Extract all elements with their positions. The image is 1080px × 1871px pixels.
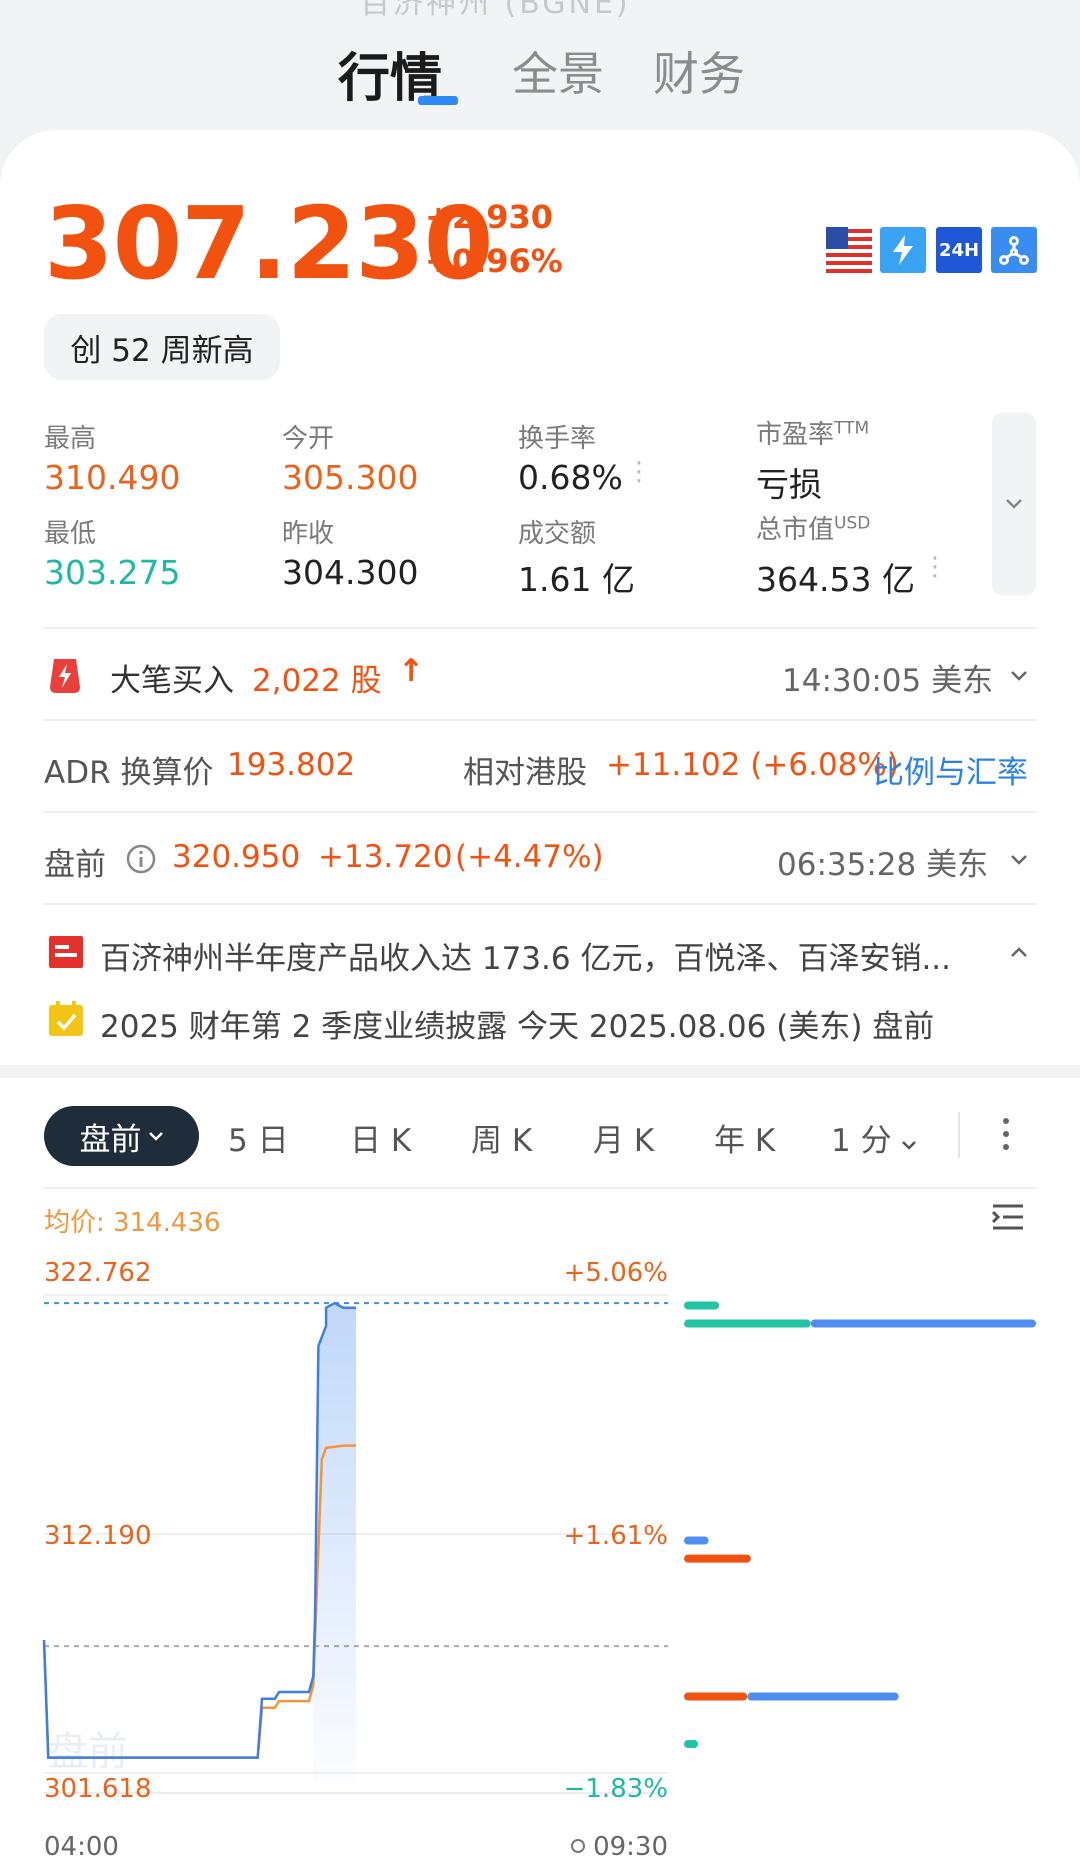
big-order-icon [48,657,82,699]
divider [44,1187,1036,1189]
depth-bar-teal [684,1301,720,1310]
network-icon[interactable] [991,227,1037,273]
big-order-time: 14:30:05 美东 [782,663,994,699]
mktcap-value: 364.53 亿 [756,560,915,599]
chevron-down-icon[interactable] [1010,851,1028,870]
ratio-fx-link[interactable]: 比例与汇率 [873,747,1028,792]
price-change: +2.930 [425,198,554,236]
y-tick-left: 301.618 [44,1774,152,1804]
avg-price-line [42,1444,356,1759]
divider [44,811,1036,813]
pe-value: 亏损 [756,465,822,504]
low-label: 最低 [44,519,97,549]
premarket-change: +13.720 [318,839,453,875]
amount-label: 成交额 [518,519,597,549]
depth-bar-orange [684,1692,748,1701]
tab-financials[interactable]: 财务 [653,38,745,104]
period-month-k[interactable]: 月 K [593,1115,654,1160]
depth-bar-blue [684,1536,709,1545]
high-value: 310.490 [44,458,181,497]
high-label: 最高 [44,424,97,454]
depth-bar-teal [684,1319,811,1328]
chevron-up-icon[interactable] [1010,943,1028,962]
period-1min[interactable]: 1 分 [831,1115,917,1160]
calendar-icon [48,1001,84,1041]
price-change-pct: +0.96% [425,242,563,280]
intraday-chart[interactable]: 盘前 322.762 312.190 301.618 +5.06% +1.61% −1.8… [0,1235,1080,1871]
turnover-label: 换手率 [518,424,597,454]
period-year-k[interactable]: 年 K [714,1115,775,1160]
more-vertical-icon[interactable] [1000,1114,1012,1158]
earnings-notice[interactable]: 2025 财年第 2 季度业绩披露 今天 2025.08.06 (美东) 盘前 [100,1001,934,1046]
divider [44,903,1036,905]
relative-hk-value: +11.102 (+6.08%) [606,747,899,783]
turnover-value: 0.68% [518,458,623,497]
period-separator [958,1112,960,1158]
news-headline[interactable]: 百济神州半年度产品收入达 173.6 亿元，百悦泽、百泽安销... [100,933,951,978]
period-premarket-button[interactable]: 盘前 [44,1106,199,1166]
chart-watermark: 盘前 [48,1729,128,1775]
prev-close-value: 304.300 [282,553,419,592]
period-premarket-label: 盘前 [79,1121,142,1158]
lightning-icon[interactable] [880,227,926,273]
avg-price-label: 均价: 314.436 [44,1208,221,1238]
y-tick-right: −1.83% [564,1774,668,1804]
stats-expand-button[interactable] [992,413,1036,595]
depth-bar-orange [684,1554,751,1563]
mktcap-more-icon[interactable]: ⋮ [922,552,948,582]
depth-bar-teal [684,1740,699,1749]
y-tick-right: +1.61% [564,1521,668,1551]
period-5d[interactable]: 5 日 [228,1115,289,1160]
y-tick-left: 322.762 [44,1258,152,1288]
pe-label: 市盈率TTM [756,418,870,450]
period-week-k[interactable]: 周 K [471,1115,532,1160]
divider [44,627,1036,629]
news-icon [48,935,84,973]
chevron-down-icon[interactable] [1010,667,1028,686]
adr-label: ADR 换算价 [44,755,214,791]
badge-24h-icon[interactable]: 24H [936,227,982,273]
open-value: 305.300 [282,458,419,497]
header-title-ghost: 百济神州 (BGNE) [360,0,631,21]
x-tick: 09:30 [593,1832,668,1862]
sun-icon [571,1839,585,1853]
arrow-up-icon: ↑ [398,653,424,689]
prev-close-label: 昨收 [282,519,335,549]
depth-bar-blue [747,1692,899,1701]
big-order-amount: 2,022 股 [252,663,382,699]
period-day-k[interactable]: 日 K [350,1115,411,1160]
divider [44,719,1036,721]
tab-overview[interactable]: 全景 [512,38,604,104]
depth-bar-blue [810,1319,1036,1328]
premarket-change-pct: (+4.47%) [455,839,604,875]
low-value: 303.275 [44,553,181,592]
premarket-time: 06:35:28 美东 [777,847,989,883]
amount-value: 1.61 亿 [518,560,635,599]
chevron-down-icon [902,1141,917,1150]
x-tick: 04:00 [44,1832,119,1862]
tab-active-indicator [418,96,458,105]
big-order-label: 大笔买入 [110,663,234,699]
indicator-menu-icon[interactable] [990,1202,1026,1236]
relative-hk-label: 相对港股 [463,755,587,791]
premarket-label: 盘前 [44,847,106,883]
turnover-more-icon[interactable]: ⋮ [626,457,652,487]
chevron-down-icon [1006,499,1022,509]
y-tick-right: +5.06% [564,1258,668,1288]
mktcap-label: 总市值USD [756,513,871,545]
chevron-down-icon [148,1131,163,1141]
premarket-price: 320.950 [172,839,301,875]
new-high-pill: 创 52 周新高 [44,314,280,380]
info-icon[interactable] [125,843,157,879]
adr-value: 193.802 [227,747,356,783]
open-label: 今开 [282,424,335,454]
us-flag-icon[interactable] [826,227,872,273]
y-tick-left: 312.190 [44,1521,152,1551]
